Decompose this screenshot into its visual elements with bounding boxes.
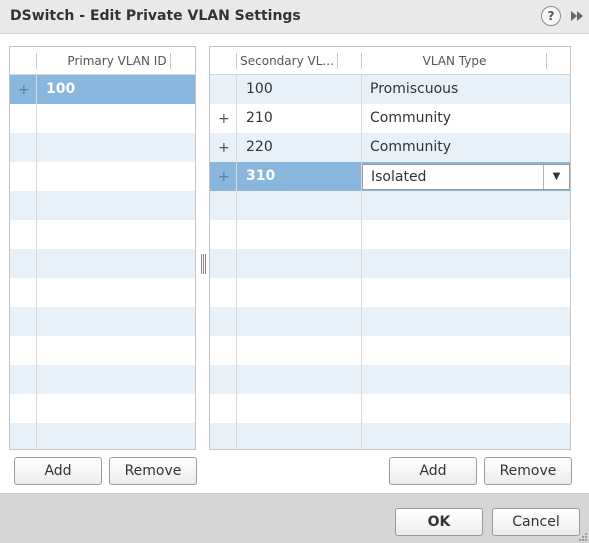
vlan-type-header[interactable]: VLAN Type <box>362 47 547 75</box>
table-row <box>10 336 195 365</box>
expand-icon[interactable]: + <box>218 170 234 184</box>
secondary-vlan-id-cell: 310 <box>246 168 276 184</box>
table-row <box>210 220 570 249</box>
primary-grid-body: + 100 <box>10 75 195 449</box>
primary-vlan-id-cell: 100 <box>46 81 76 97</box>
secondary-vlan-id-cell: 210 <box>246 110 273 126</box>
vlan-type-cell: Community <box>370 110 452 126</box>
table-row <box>210 307 570 336</box>
dialog-titlebar: DSwitch - Edit Private VLAN Settings ? <box>0 0 589 34</box>
vlan-type-select-value: Isolated <box>371 169 427 185</box>
column-line <box>361 75 362 449</box>
table-row <box>210 249 570 278</box>
table-row <box>210 336 570 365</box>
primary-row-selected[interactable]: + 100 <box>10 75 195 104</box>
primary-remove-button[interactable]: Remove <box>109 457 197 485</box>
table-row <box>10 423 195 449</box>
table-row <box>210 365 570 394</box>
expand-icon[interactable]: + <box>218 112 234 126</box>
secondary-grid-header: Secondary VL... VLAN Type <box>210 47 570 75</box>
table-row <box>10 394 195 423</box>
table-row <box>210 394 570 423</box>
primary-grid-header: Primary VLAN ID <box>10 47 195 75</box>
cancel-button[interactable]: Cancel <box>492 508 580 536</box>
secondary-add-button[interactable]: Add <box>389 457 477 485</box>
column-separator <box>170 53 171 69</box>
secondary-vlan-id-header[interactable]: Secondary VL... <box>237 47 337 75</box>
panel-splitter[interactable] <box>200 254 206 274</box>
secondary-row-selected[interactable]: + 310 Isolated ▼ <box>210 162 570 191</box>
secondary-row[interactable]: + 220 Community <box>210 133 570 162</box>
table-row <box>10 365 195 394</box>
dialog-footer: OK Cancel <box>0 493 589 543</box>
primary-add-button[interactable]: Add <box>14 457 102 485</box>
secondary-grid-body: 100 Promiscuous + 210 Community + 220 Co… <box>210 75 570 449</box>
table-row <box>10 191 195 220</box>
ok-button[interactable]: OK <box>395 508 483 536</box>
dropdown-arrow-icon[interactable]: ▼ <box>543 165 569 189</box>
column-line <box>36 75 37 449</box>
vlan-type-cell: Community <box>370 139 452 155</box>
table-row <box>10 104 195 133</box>
help-icon[interactable]: ? <box>541 6 561 26</box>
primary-vlan-grid: Primary VLAN ID + 100 <box>9 46 196 450</box>
expand-icon[interactable]: + <box>218 141 234 155</box>
resize-grip-icon[interactable] <box>577 531 587 541</box>
table-row <box>210 423 570 449</box>
table-row <box>10 162 195 191</box>
secondary-vlan-id-cell: 100 <box>246 81 273 97</box>
table-row <box>10 278 195 307</box>
secondary-row[interactable]: + 210 Community <box>210 104 570 133</box>
table-row <box>210 191 570 220</box>
column-line <box>236 75 237 449</box>
vlan-type-select[interactable]: Isolated ▼ <box>362 164 570 190</box>
secondary-remove-button[interactable]: Remove <box>484 457 572 485</box>
primary-vlan-id-header[interactable]: Primary VLAN ID <box>37 47 195 75</box>
column-separator <box>546 53 547 69</box>
table-row <box>210 278 570 307</box>
vlan-type-cell: Promiscuous <box>370 81 459 97</box>
forward-icon[interactable] <box>569 8 585 24</box>
secondary-row[interactable]: 100 Promiscuous <box>210 75 570 104</box>
expand-icon[interactable]: + <box>18 83 34 97</box>
dialog-title: DSwitch - Edit Private VLAN Settings <box>10 8 301 24</box>
table-row <box>10 307 195 336</box>
table-row <box>10 133 195 162</box>
column-separator <box>337 53 338 69</box>
table-row <box>10 249 195 278</box>
secondary-vlan-id-cell: 220 <box>246 139 273 155</box>
secondary-vlan-grid: Secondary VL... VLAN Type 100 Promiscuou… <box>209 46 571 450</box>
table-row <box>10 220 195 249</box>
